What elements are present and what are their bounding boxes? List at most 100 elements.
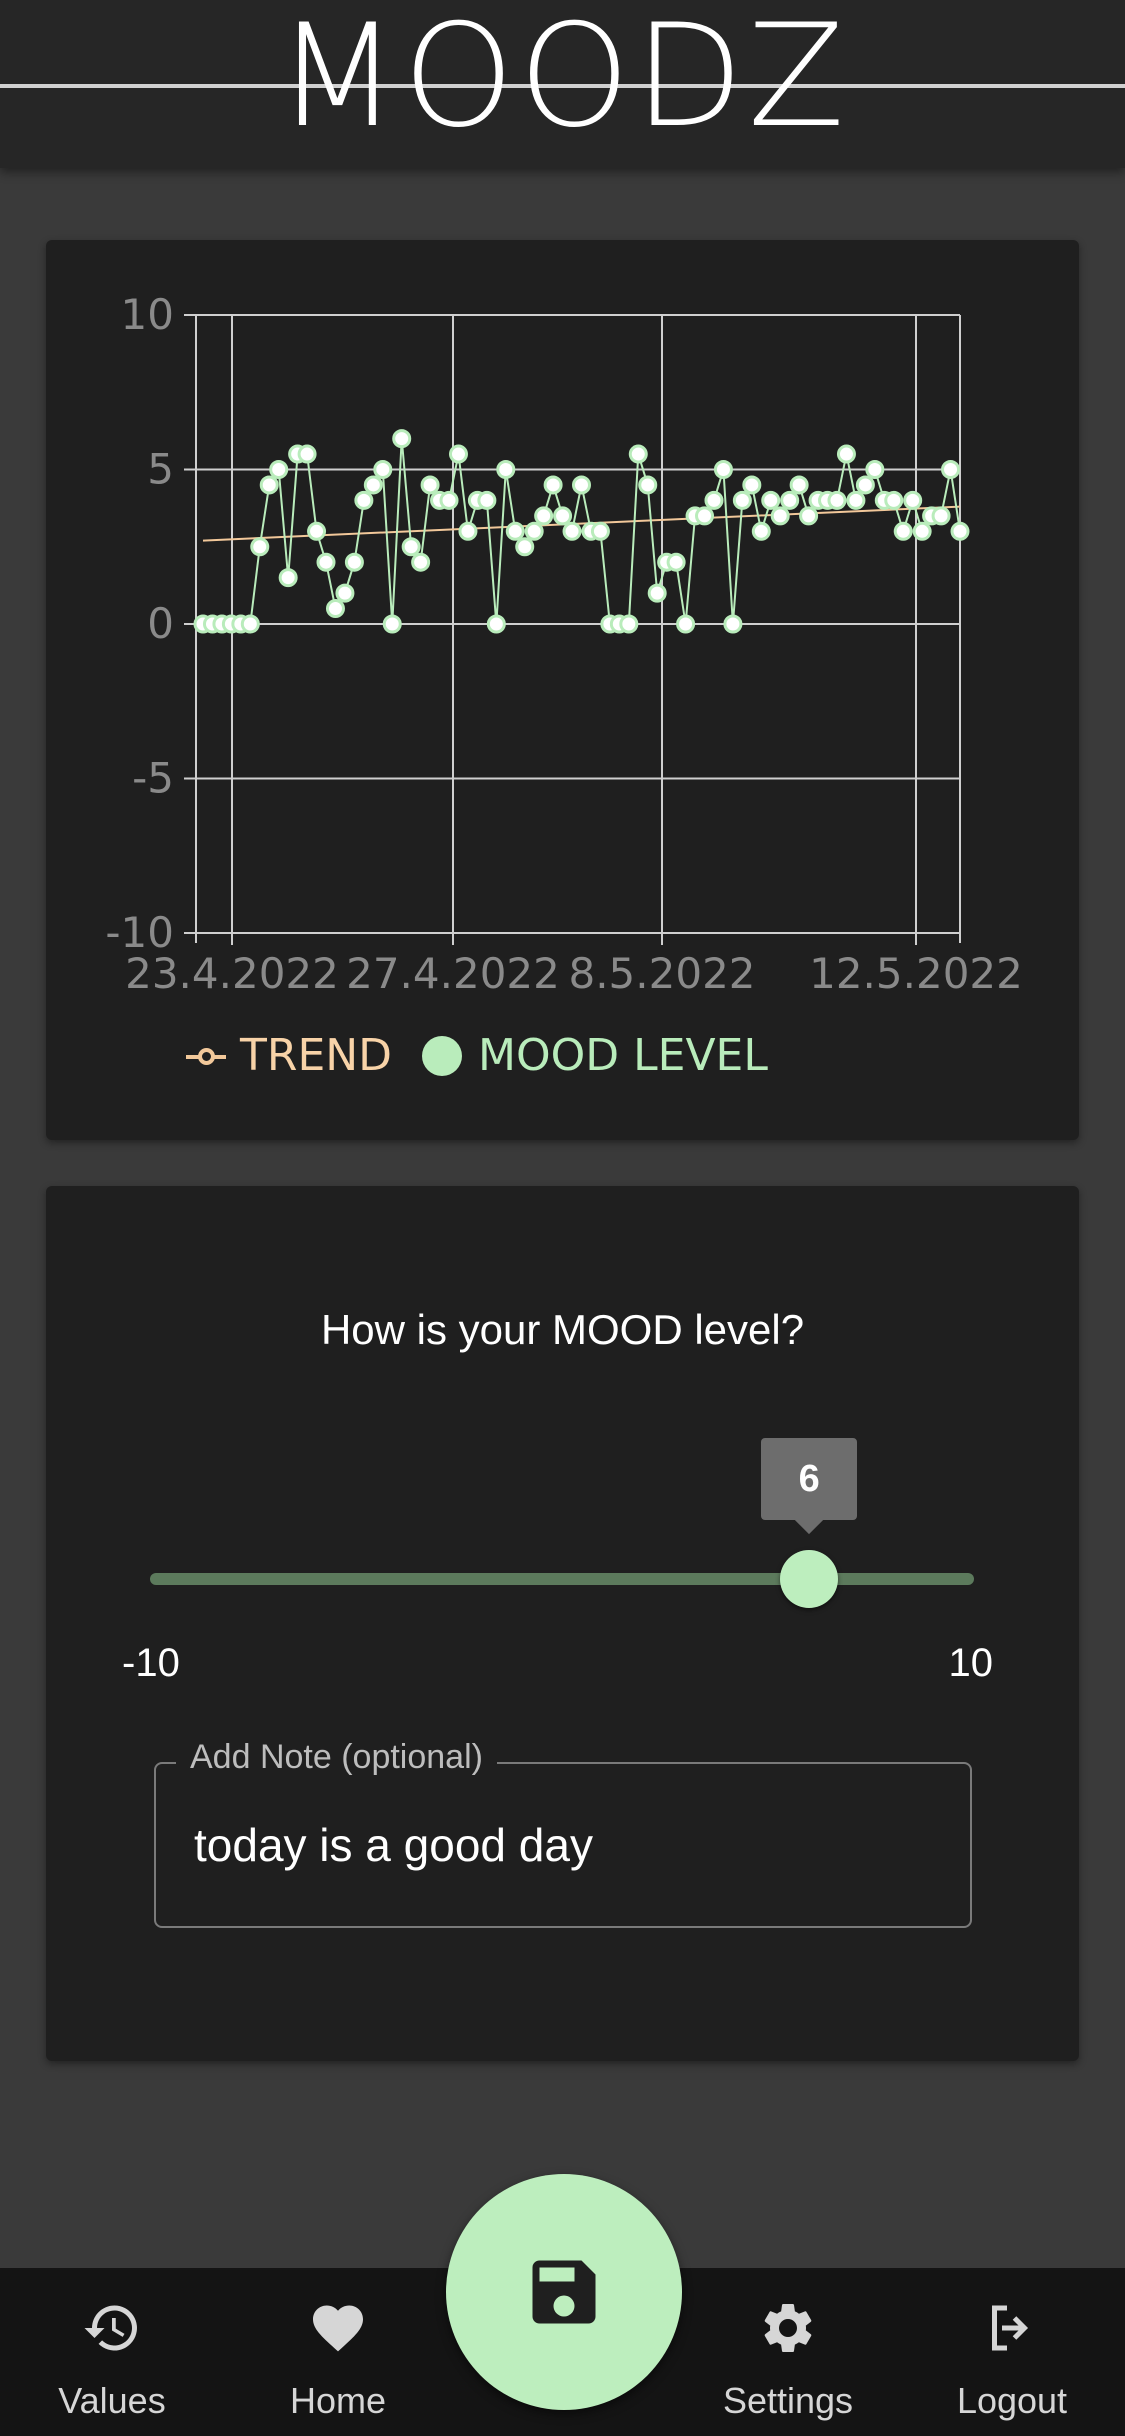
floppy-disk-save-icon [532,2260,596,2324]
mood-slider-thumb[interactable] [780,1550,839,1608]
mood-level-point [846,490,866,510]
history-icon [84,2305,137,2351]
mood-level-point [789,475,809,495]
mood-level-point [742,475,762,495]
mood-level-point [836,444,856,464]
note-field-label: Add Note (optional) [176,1738,497,1777]
save-button[interactable] [446,2174,682,2410]
mood-level-point [931,506,951,526]
mood-level-point [628,444,648,464]
mood-level-point [761,490,781,510]
mood-level-point [884,490,904,510]
gear-icon [764,2304,812,2352]
mood-level-point [562,521,582,541]
mood-level-point [316,552,336,572]
chart-x-tick-label: 12.5.2022 [809,949,1023,998]
mood-level-point [553,506,573,526]
logout-icon [992,2305,1029,2351]
mood-level-point [770,506,790,526]
mood-chart: 1050-5-1023.4.2022 27.4.2022 8.5.2022 12.5.… [105,290,1023,998]
mood-level-point [732,490,752,510]
mood-level-point [240,614,260,634]
mood-level-legend-label: MOOD LEVEL [478,1030,768,1081]
mood-level-point [950,521,970,541]
mood-level-point [799,506,819,526]
mood-level-point [458,521,478,541]
mood-slider-value-bubble: 6 [761,1438,858,1520]
nav-logout-label: Logout [956,2380,1068,2421]
note-field[interactable]: Add Note (optional) [154,1738,972,1928]
mood-level-point [250,537,270,557]
mood-level-point [382,614,402,634]
trend-legend-icon [186,1046,226,1066]
chart-y-tick-label: 0 [147,599,174,648]
nav-logout-button[interactable]: Logout [912,2268,1112,2436]
mood-level-point [695,506,715,526]
mood-level-point [676,614,696,634]
app-title: MOODZ [276,0,849,159]
chart-x-tick-label: 23.4.2022 [125,949,339,998]
mood-level-point [411,552,431,572]
mood-chart-card: 10 5 0 -5 -10 23.4.2022 27.4.2022 8.5.2022 12.5.… [46,240,1079,1140]
mood-level-point [354,490,374,510]
mood-level-point [855,475,875,495]
note-input[interactable] [194,1810,934,1880]
mood-level-point [363,475,383,495]
mood-level-point [751,521,771,541]
mood-level-point [713,460,733,479]
mood-level-point [496,460,516,479]
mood-level-point [780,490,800,510]
slider-min-label: -10 [122,1641,180,1685]
mood-level-point [543,475,563,495]
mood-level-point [893,521,913,541]
mood-level-point [486,614,506,634]
mood-input-card: How is your MOOD level? 6 -10 10 Add Not… [46,1186,1079,2061]
mood-level-point [827,490,847,510]
mood-level-point [941,460,961,479]
mood-level-point [448,444,468,464]
mood-level-point [278,568,298,588]
mood-level-point [325,599,345,619]
slider-max-label: 10 [948,1641,994,1685]
mood-slider-track[interactable] [150,1573,974,1585]
mood-question: How is your MOOD level? [320,1306,805,1353]
mood-level-point [865,460,885,479]
mood-level-point [515,537,535,557]
mood-level-legend-icon [422,1035,463,1076]
mood-level-point [524,521,544,541]
nav-settings-label: Settings [722,2380,854,2421]
mood-level-point [912,521,932,541]
chart-x-tick-label: 8.5.2022 [568,949,755,998]
nav-settings-button[interactable]: Settings [688,2268,888,2436]
nav-values-label: Values [58,2380,166,2421]
mood-level-point [259,475,279,495]
mood-level-point [647,583,667,603]
nav-home-button[interactable]: Home [238,2268,438,2436]
mood-level-point [439,490,459,510]
app-header: MOODZ [0,0,1125,168]
mood-level-point [619,614,639,634]
mood-level-point [590,521,610,541]
mood-level-point [297,444,317,464]
trend-legend-label: TREND [240,1030,393,1081]
mood-level-point [477,490,497,510]
mood-level-point [373,460,393,479]
mood-level-point [420,475,440,495]
mood-level-point [638,475,658,495]
chart-y-tick-label: -5 [132,754,174,803]
chart-x-tick-label: 27.4.2022 [346,949,560,998]
nav-values-button[interactable]: Values [12,2268,212,2436]
mood-level-point [335,583,355,603]
mood-level-point [344,552,364,572]
mood-level-point [666,552,686,572]
mood-level-point [903,490,923,510]
heart-icon [313,2305,363,2352]
chart-y-tick-label: 10 [121,290,174,339]
mood-level-point [704,490,724,510]
nav-home-label: Home [289,2380,387,2421]
mood-level-point [269,460,289,479]
mood-level-point [723,614,743,634]
mood-level-point [401,537,421,557]
mood-level-point [505,521,525,541]
mood-level-point [307,521,327,541]
